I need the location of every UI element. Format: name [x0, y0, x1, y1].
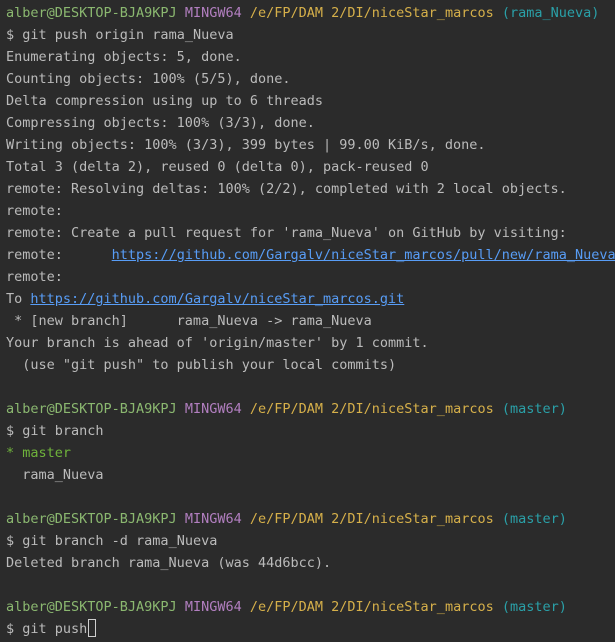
current-branch: * master [6, 445, 72, 461]
output-line: remote: [6, 203, 63, 219]
output-line: remote: https://github.com/Gargalv/niceS… [6, 244, 615, 266]
prompt-user-host: alber@DESKTOP-BJA9KPJ [6, 5, 177, 21]
prompt-user-host: alber@DESKTOP-BJA9KPJ [6, 401, 177, 417]
prompt-branch: (master) [501, 599, 567, 615]
prompt-symbol: $ [6, 423, 23, 439]
prompt-path: /e/FP/DAM 2/DI/niceStar_marcos [249, 401, 494, 417]
output-line: Writing objects: 100% (3/3), 399 bytes |… [6, 137, 486, 153]
prompt-line: alber@DESKTOP-BJA9KPJ MINGW64 /e/FP/DAM … [6, 596, 615, 618]
output-line: remote: [6, 269, 63, 285]
output-line: Delta compression using up to 6 threads [6, 93, 323, 109]
command-text: git branch -d rama_Nueva [22, 533, 218, 549]
repo-link[interactable]: https://github.com/Gargalv/niceStar_marc… [30, 291, 404, 307]
prompt-shell: MINGW64 [184, 511, 242, 527]
output-line: (use "git push" to publish your local co… [6, 357, 397, 373]
command-line: $ git branch [6, 420, 615, 442]
prompt-symbol: $ [6, 27, 23, 43]
prompt-line: alber@DESKTOP-BJA9KPJ MINGW64 /e/FP/DAM … [6, 508, 615, 530]
output-line: remote: Resolving deltas: 100% (2/2), co… [6, 181, 567, 197]
output-line: Counting objects: 100% (5/5), done. [6, 71, 291, 87]
prompt-branch: (master) [501, 511, 567, 527]
prompt-path: /e/FP/DAM 2/DI/niceStar_marcos [249, 511, 494, 527]
remote-prefix: remote: [6, 247, 112, 263]
to-prefix: To [6, 291, 31, 307]
command-line: $ git push origin rama_Nueva [6, 24, 615, 46]
output-line: To https://github.com/Gargalv/niceStar_m… [6, 288, 615, 310]
other-branch: rama_Nueva [6, 467, 104, 483]
output-line: Compressing objects: 100% (3/3), done. [6, 115, 315, 131]
prompt-shell: MINGW64 [184, 5, 242, 21]
output-line: * [new branch] rama_Nueva -> rama_Nueva [6, 313, 372, 329]
prompt-user-host: alber@DESKTOP-BJA9KPJ [6, 511, 177, 527]
text-cursor [88, 619, 97, 637]
output-line: Deleted branch rama_Nueva (was 44d6bcc). [6, 555, 332, 571]
prompt-symbol: $ [6, 533, 23, 549]
output-line: Enumerating objects: 5, done. [6, 49, 242, 65]
prompt-symbol: $ [6, 621, 23, 637]
prompt-branch: (master) [501, 401, 567, 417]
prompt-path: /e/FP/DAM 2/DI/niceStar_marcos [249, 599, 494, 615]
prompt-line: alber@DESKTOP-BJA9KPJ MINGW64 /e/FP/DAM … [6, 398, 615, 420]
output-line: Your branch is ahead of 'origin/master' … [6, 335, 429, 351]
command-line: $ git branch -d rama_Nueva [6, 530, 615, 552]
prompt-shell: MINGW64 [184, 401, 242, 417]
pull-request-link[interactable]: https://github.com/Gargalv/niceStar_marc… [112, 247, 615, 263]
prompt-branch: (rama_Nueva) [501, 5, 600, 21]
output-line: remote: Create a pull request for 'rama_… [6, 225, 567, 241]
terminal-window[interactable]: alber@DESKTOP-BJA9KPJ MINGW64 /e/FP/DAM … [0, 0, 615, 642]
command-input[interactable]: git push [22, 621, 87, 637]
command-input-line[interactable]: $ git push [6, 618, 615, 640]
command-text: git push origin rama_Nueva [22, 27, 234, 43]
prompt-shell: MINGW64 [184, 599, 242, 615]
output-line: Total 3 (delta 2), reused 0 (delta 0), p… [6, 159, 429, 175]
prompt-user-host: alber@DESKTOP-BJA9KPJ [6, 599, 177, 615]
prompt-path: /e/FP/DAM 2/DI/niceStar_marcos [249, 5, 494, 21]
prompt-line: alber@DESKTOP-BJA9KPJ MINGW64 /e/FP/DAM … [6, 2, 615, 24]
command-text: git branch [22, 423, 104, 439]
